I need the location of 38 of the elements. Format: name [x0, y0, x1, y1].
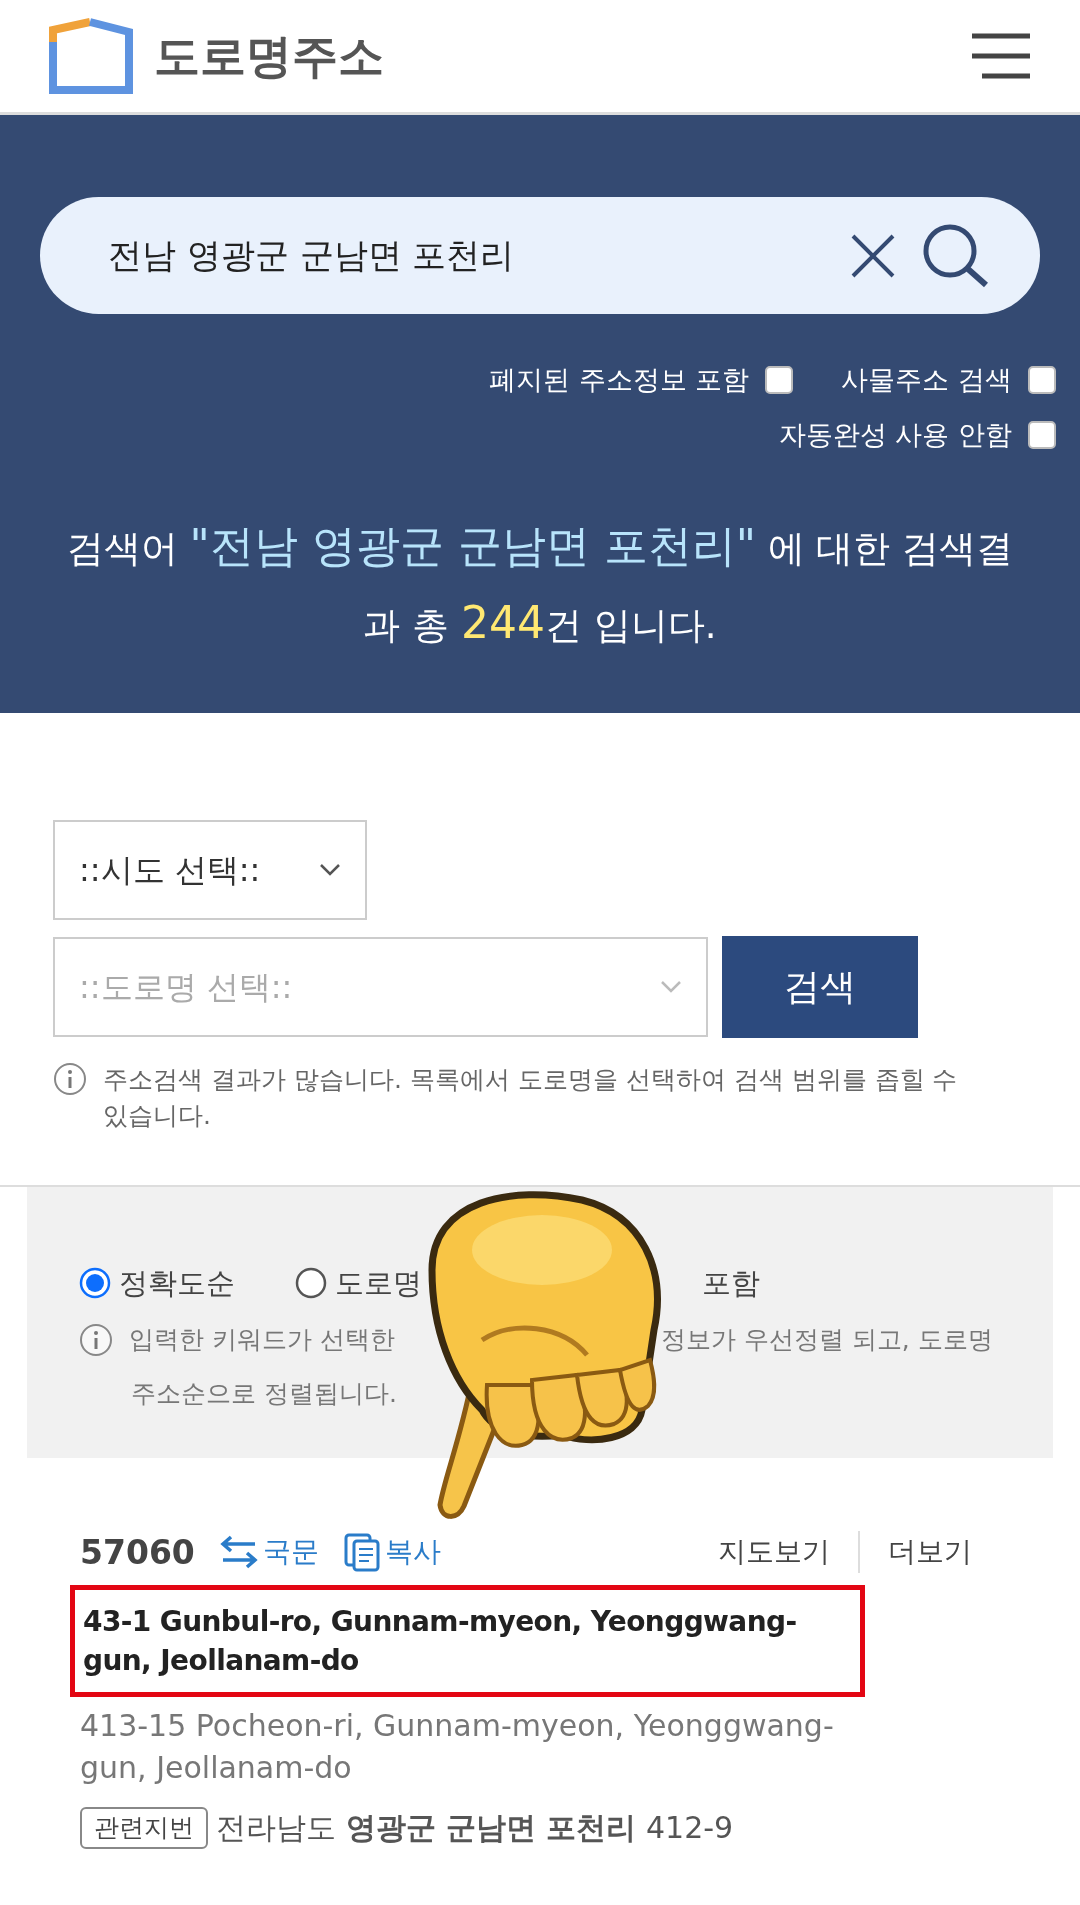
radio-label: 정확도순: [119, 1264, 235, 1302]
text-link[interactable]: 지도보기: [690, 1531, 858, 1574]
related-address: 전라남도 영광군 군남면 포천리 412-9: [216, 1809, 734, 1848]
copy-icon: [342, 1532, 381, 1573]
option-label: 폐지된 주소정보 포함: [489, 363, 750, 397]
info-icon: [79, 1322, 113, 1357]
action-link[interactable]: 복사: [384, 1531, 441, 1574]
radio-button[interactable]: [79, 1267, 111, 1300]
province-select[interactable]: ::시도 선택::: [53, 820, 367, 920]
option-label: 사물주소 검색: [841, 363, 1012, 397]
search-button[interactable]: 검색: [722, 936, 918, 1038]
checkbox[interactable]: [1028, 420, 1056, 449]
text-link[interactable]: 더보기: [858, 1531, 1000, 1574]
info-text: 정보가 우선정렬 되고, 도로명: [660, 1324, 993, 1356]
radio-label-fragment: 포함: [702, 1264, 760, 1302]
search-input[interactable]: 전남 영광군 군남면 포천리: [106, 229, 850, 282]
checkbox[interactable]: [1028, 366, 1056, 395]
option-label: 자동완성 사용 안함: [778, 417, 1012, 452]
checkbox[interactable]: [765, 366, 794, 395]
zip-code: 57060: [80, 1531, 195, 1574]
site-title: 도로명주소: [154, 27, 384, 85]
info-text: 입력한 키워드가 선택한: [129, 1324, 395, 1356]
result-summary: 검색어 "전남 영광군 군남면 포천리" 에 대한 검색결과 총 244건 입니다.: [65, 519, 1015, 650]
lot-address: 413-15 Pocheon-ri, Gunnam-myeon, Yeonggwang-gun, Jeollanam-do: [80, 1707, 835, 1788]
info-icon: [53, 1062, 87, 1096]
logo-icon: [48, 18, 134, 94]
chevron-down-icon: [319, 863, 341, 877]
close-icon[interactable]: [850, 232, 896, 279]
radio-button[interactable]: [295, 1267, 327, 1300]
action-link[interactable]: 국문: [262, 1531, 319, 1574]
road-address: 43-1 Gunbul-ro, Gunnam-myeon, Yeonggwang-gun, Jeollanam-do: [83, 1604, 798, 1680]
info-text: 주소순으로 정렬됩니다.: [131, 1378, 397, 1408]
search-field[interactable]: 전남 영광군 군남면 포천리: [40, 197, 1040, 314]
chevron-down-icon: [660, 980, 682, 994]
radio-label: 도로명: [335, 1264, 422, 1302]
swap-icon: [218, 1534, 259, 1571]
notice-text: 주소검색 결과가 많습니다. 목록에서 도로명을 선택하여 검색 범위를 좁힐 수 있습니다.: [103, 1064, 959, 1133]
related-tag: 관련지번: [80, 1807, 208, 1849]
